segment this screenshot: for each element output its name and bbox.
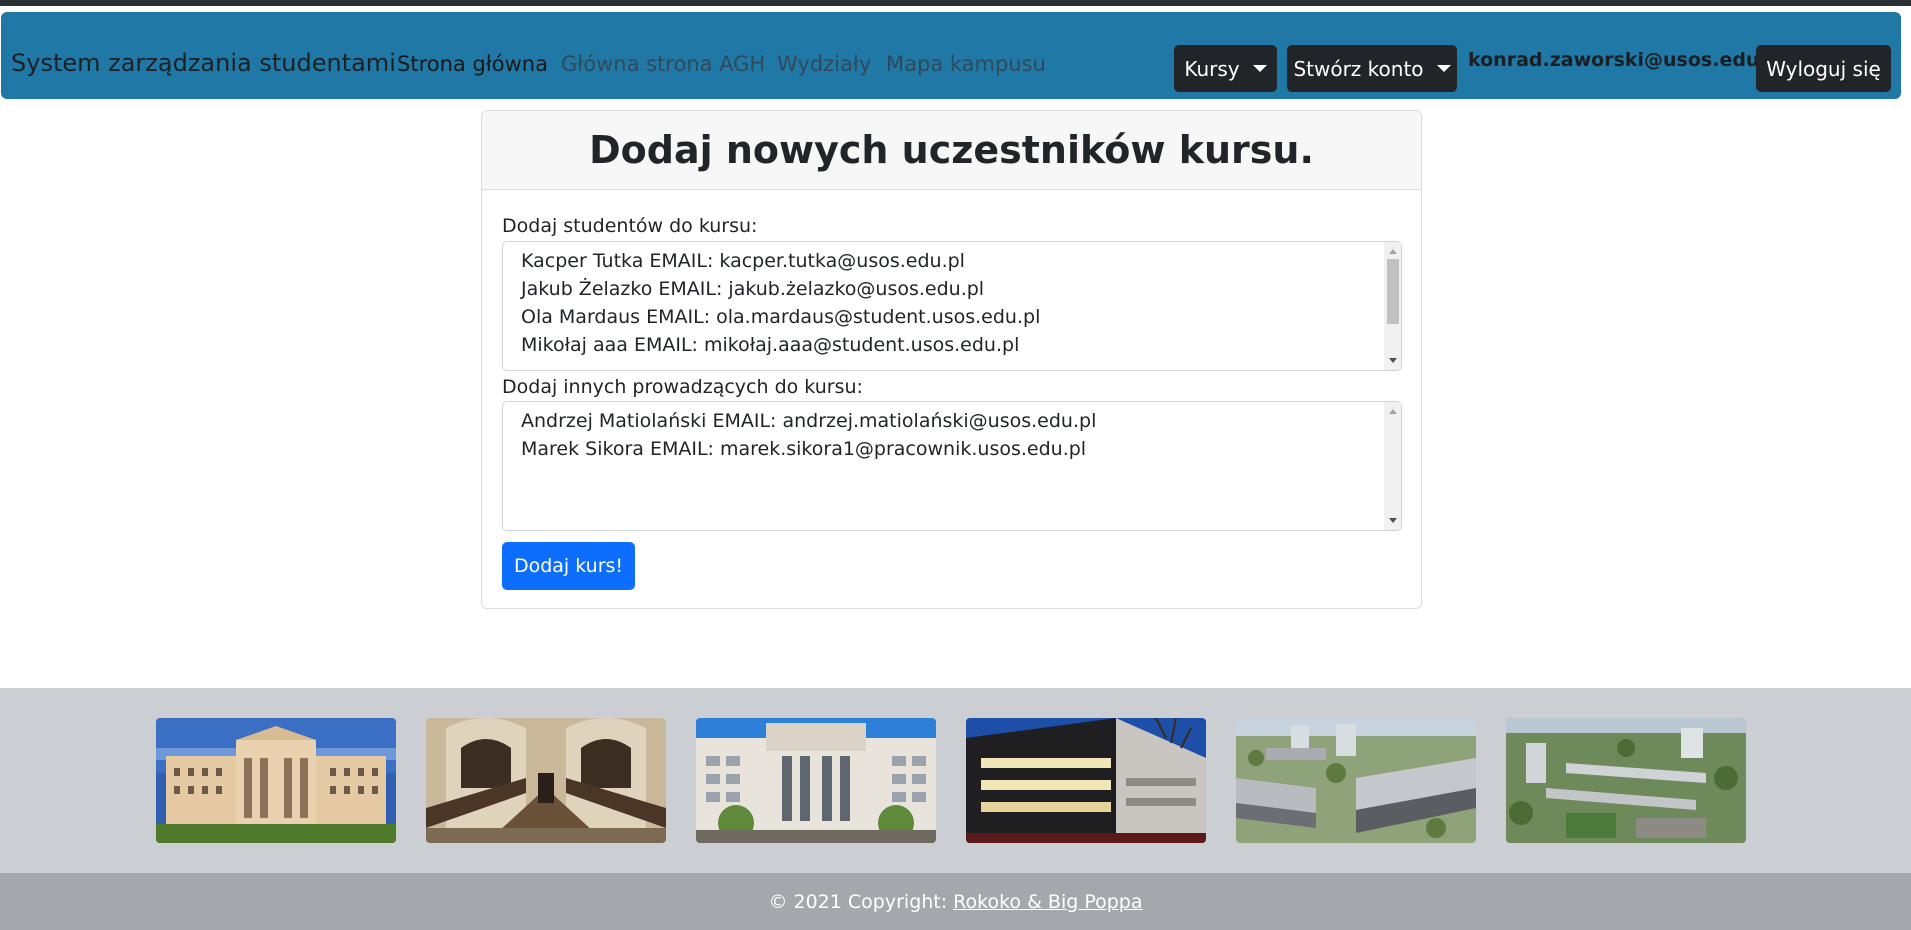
card-heading: Dodaj nowych uczestników kursu. xyxy=(482,111,1421,190)
navbar: System zarządzania studentami Strona głó… xyxy=(1,12,1901,99)
courses-dropdown-label: Kursy xyxy=(1184,56,1240,81)
teachers-multiselect[interactable]: Andrzej Matiolański EMAIL: andrzej.matio… xyxy=(502,401,1402,531)
students-multiselect[interactable]: Kacper Tutka EMAIL: kacper.tutka@usos.ed… xyxy=(502,241,1402,371)
create-account-dropdown-label: Stwórz konto xyxy=(1293,56,1424,81)
teacher-option[interactable]: Andrzej Matiolański EMAIL: andrzej.matio… xyxy=(521,410,1096,432)
footer: © 2021 Copyright: Rokoko & Big Poppa xyxy=(0,873,1911,930)
nav-link-agh-main[interactable]: Główna strona AGH xyxy=(561,52,765,76)
student-option[interactable]: Mikołaj aaa EMAIL: mikołaj.aaa@student.u… xyxy=(521,334,1019,356)
caret-down-icon xyxy=(1252,65,1267,72)
nav-link-home[interactable]: Strona główna xyxy=(397,52,548,76)
campus-photo-gallery xyxy=(0,688,1911,873)
scroll-up-arrow-icon[interactable] xyxy=(1389,409,1397,414)
footer-copyright: © 2021 Copyright: xyxy=(768,890,948,913)
scroll-down-arrow-icon[interactable] xyxy=(1389,518,1397,523)
teachers-scrollbar[interactable] xyxy=(1384,402,1401,530)
caret-down-icon xyxy=(1436,65,1451,72)
scroll-up-arrow-icon[interactable] xyxy=(1389,249,1397,254)
student-option[interactable]: Ola Mardaus EMAIL: ola.mardaus@student.u… xyxy=(521,306,1040,328)
campus-photo-campus-aerial xyxy=(1506,718,1746,843)
teacher-option[interactable]: Marek Sikora EMAIL: marek.sikora1@pracow… xyxy=(521,438,1086,460)
students-scroll-thumb[interactable] xyxy=(1387,259,1399,324)
logout-button[interactable]: Wyloguj się xyxy=(1756,45,1891,92)
scroll-down-arrow-icon[interactable] xyxy=(1389,358,1397,363)
footer-authors-link[interactable]: Rokoko & Big Poppa xyxy=(953,891,1142,913)
user-email: konrad.zaworski@usos.edu.pl xyxy=(1468,49,1787,71)
add-participants-card: Dodaj nowych uczestników kursu. Dodaj st… xyxy=(481,110,1422,609)
window-top-strip xyxy=(0,0,1911,6)
students-scrollbar[interactable] xyxy=(1384,242,1401,370)
create-account-dropdown-button[interactable]: Stwórz konto xyxy=(1287,45,1457,92)
teachers-label: Dodaj innych prowadzących do kursu: xyxy=(502,376,863,398)
courses-dropdown-button[interactable]: Kursy xyxy=(1174,45,1277,92)
nav-link-campus-map[interactable]: Mapa kampusu xyxy=(886,52,1046,76)
students-label: Dodaj studentów do kursu: xyxy=(502,215,758,237)
add-course-button[interactable]: Dodaj kurs! xyxy=(502,542,635,590)
campus-photo-main-building xyxy=(156,718,396,843)
campus-photo-interior-staircase xyxy=(426,718,666,843)
student-option[interactable]: Kacper Tutka EMAIL: kacper.tutka@usos.ed… xyxy=(521,250,965,272)
campus-photo-academy-facade xyxy=(696,718,936,843)
student-option[interactable]: Jakub Żelazko EMAIL: jakub.żelazko@usos.… xyxy=(521,278,984,300)
navbar-brand[interactable]: System zarządzania studentami xyxy=(11,49,396,77)
campus-photo-modern-building xyxy=(966,718,1206,843)
campus-photo-dormitories xyxy=(1236,718,1476,843)
nav-link-faculties[interactable]: Wydziały xyxy=(777,52,871,76)
